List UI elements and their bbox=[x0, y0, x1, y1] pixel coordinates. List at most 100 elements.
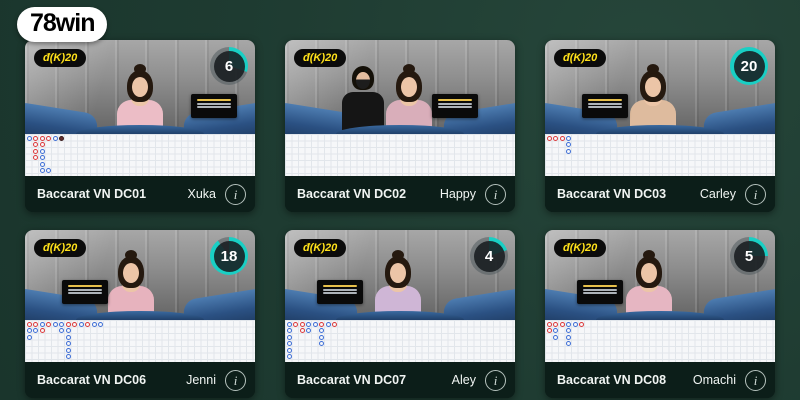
video-preview: đ(K)20 6 bbox=[25, 40, 255, 134]
bead-b bbox=[98, 321, 105, 328]
dealer-face bbox=[389, 263, 406, 283]
stake-badge: đ(K)20 bbox=[554, 49, 607, 67]
bead-road bbox=[25, 134, 255, 176]
info-button[interactable]: i bbox=[225, 369, 246, 391]
second-dealer-figure bbox=[340, 66, 386, 130]
stake-badge: đ(K)20 bbox=[554, 239, 607, 257]
info-icon: i bbox=[493, 186, 498, 202]
sign-text-line bbox=[323, 292, 358, 294]
game-title: Baccarat VN DC01 bbox=[37, 187, 147, 201]
countdown-value: 4 bbox=[484, 247, 494, 265]
sign-text-line bbox=[196, 106, 231, 108]
bead-road bbox=[285, 134, 515, 176]
game-title: Baccarat VN DC03 bbox=[557, 187, 667, 201]
game-card[interactable]: đ(K)20 18 Baccarat VN DC06 Jenni i bbox=[25, 230, 255, 398]
info-icon: i bbox=[233, 372, 238, 388]
stake-badge: đ(K)20 bbox=[34, 239, 87, 257]
game-card[interactable]: đ(K)20 5 Baccarat VN DC08 Omachi i bbox=[545, 230, 775, 398]
bead-road bbox=[545, 134, 775, 176]
card-footer: Baccarat VN DC06 Jenni i bbox=[25, 362, 255, 398]
card-footer: Baccarat VN DC02 Happy i bbox=[285, 176, 515, 212]
countdown-timer: 4 bbox=[470, 237, 508, 275]
dealer-face bbox=[401, 77, 418, 97]
countdown-value: 5 bbox=[744, 247, 754, 265]
info-icon: i bbox=[233, 186, 238, 202]
countdown-timer: 6 bbox=[210, 47, 248, 85]
sign-text-line bbox=[587, 98, 622, 101]
countdown-timer: 20 bbox=[730, 47, 768, 85]
dealer-name: Carley bbox=[699, 187, 736, 201]
card-footer: Baccarat VN DC03 Carley i bbox=[545, 176, 775, 212]
sign-text-line bbox=[67, 284, 102, 287]
dealer-face bbox=[122, 263, 139, 283]
sign-text-line bbox=[583, 288, 618, 291]
dealer-face bbox=[640, 263, 657, 283]
bead-road bbox=[25, 320, 255, 362]
dealer-name: Omachi bbox=[692, 373, 736, 387]
dealer-name: Jenni bbox=[186, 373, 216, 387]
info-button[interactable]: i bbox=[485, 369, 506, 391]
bead-r bbox=[579, 321, 586, 328]
brand-logo[interactable]: 78win bbox=[17, 7, 108, 42]
card-footer: Baccarat VN DC07 Aley i bbox=[285, 362, 515, 398]
stake-badge: đ(K)20 bbox=[294, 239, 347, 257]
bead-road bbox=[285, 320, 515, 362]
sign-text-line bbox=[67, 292, 102, 294]
sign-text-line bbox=[438, 102, 473, 105]
game-card[interactable]: đ(K)20 6 Baccarat VN DC01 Xuka i bbox=[25, 40, 255, 212]
table-sign bbox=[317, 280, 364, 304]
game-card[interactable]: đ(K)20 20 Baccarat VN DC03 Carley i bbox=[545, 40, 775, 212]
bead-b bbox=[319, 341, 326, 348]
video-preview: đ(K)20 18 bbox=[25, 230, 255, 320]
video-preview: đ(K)20 bbox=[285, 40, 515, 134]
bead-b bbox=[286, 354, 293, 361]
bead-r bbox=[332, 321, 339, 328]
dealer-name: Xuka bbox=[187, 187, 217, 201]
game-card[interactable]: đ(K)20 4 Baccarat VN DC07 Aley i bbox=[285, 230, 515, 398]
info-button[interactable]: i bbox=[745, 183, 766, 205]
sign-text-line bbox=[438, 98, 473, 101]
games-grid: đ(K)20 6 Baccarat VN DC01 Xuka i đ(K)20 … bbox=[25, 40, 775, 398]
table-sign bbox=[581, 94, 628, 118]
info-button[interactable]: i bbox=[745, 369, 766, 391]
video-preview: đ(K)20 5 bbox=[545, 230, 775, 320]
dealer-name: Aley bbox=[451, 373, 476, 387]
countdown-value: 18 bbox=[220, 247, 238, 265]
countdown-timer: 18 bbox=[210, 237, 248, 275]
info-button[interactable]: i bbox=[225, 183, 246, 205]
table-sign bbox=[61, 280, 108, 304]
dealer-face bbox=[645, 77, 662, 97]
sign-text-line bbox=[323, 288, 358, 291]
info-icon: i bbox=[753, 186, 758, 202]
dealer-name: Happy bbox=[439, 187, 476, 201]
card-footer: Baccarat VN DC01 Xuka i bbox=[25, 176, 255, 212]
stake-badge: đ(K)20 bbox=[294, 49, 347, 67]
game-card[interactable]: đ(K)20 Baccarat VN DC02 Happy i bbox=[285, 40, 515, 212]
sign-text-line bbox=[438, 106, 473, 108]
table-sign bbox=[190, 94, 237, 118]
table-sign bbox=[577, 280, 624, 304]
bead-b bbox=[65, 354, 72, 361]
dealer-face bbox=[132, 77, 148, 97]
card-footer: Baccarat VN DC08 Omachi i bbox=[545, 362, 775, 398]
bead-road bbox=[545, 320, 775, 362]
bead-b bbox=[566, 148, 573, 155]
info-icon: i bbox=[753, 372, 758, 388]
table-sign bbox=[432, 94, 479, 118]
game-title: Baccarat VN DC06 bbox=[37, 373, 147, 387]
suit bbox=[342, 92, 385, 130]
sign-text-line bbox=[196, 98, 231, 101]
video-preview: đ(K)20 4 bbox=[285, 230, 515, 320]
video-preview: đ(K)20 20 bbox=[545, 40, 775, 134]
masked-face bbox=[356, 72, 371, 89]
sign-text-line bbox=[196, 102, 231, 105]
sign-text-line bbox=[323, 284, 358, 287]
info-icon: i bbox=[493, 372, 498, 388]
info-button[interactable]: i bbox=[485, 183, 506, 205]
sign-text-line bbox=[587, 102, 622, 105]
sign-text-line bbox=[583, 292, 618, 294]
bead-b bbox=[566, 341, 573, 348]
game-title: Baccarat VN DC02 bbox=[297, 187, 407, 201]
bead-b bbox=[46, 168, 53, 175]
game-title: Baccarat VN DC08 bbox=[557, 373, 667, 387]
